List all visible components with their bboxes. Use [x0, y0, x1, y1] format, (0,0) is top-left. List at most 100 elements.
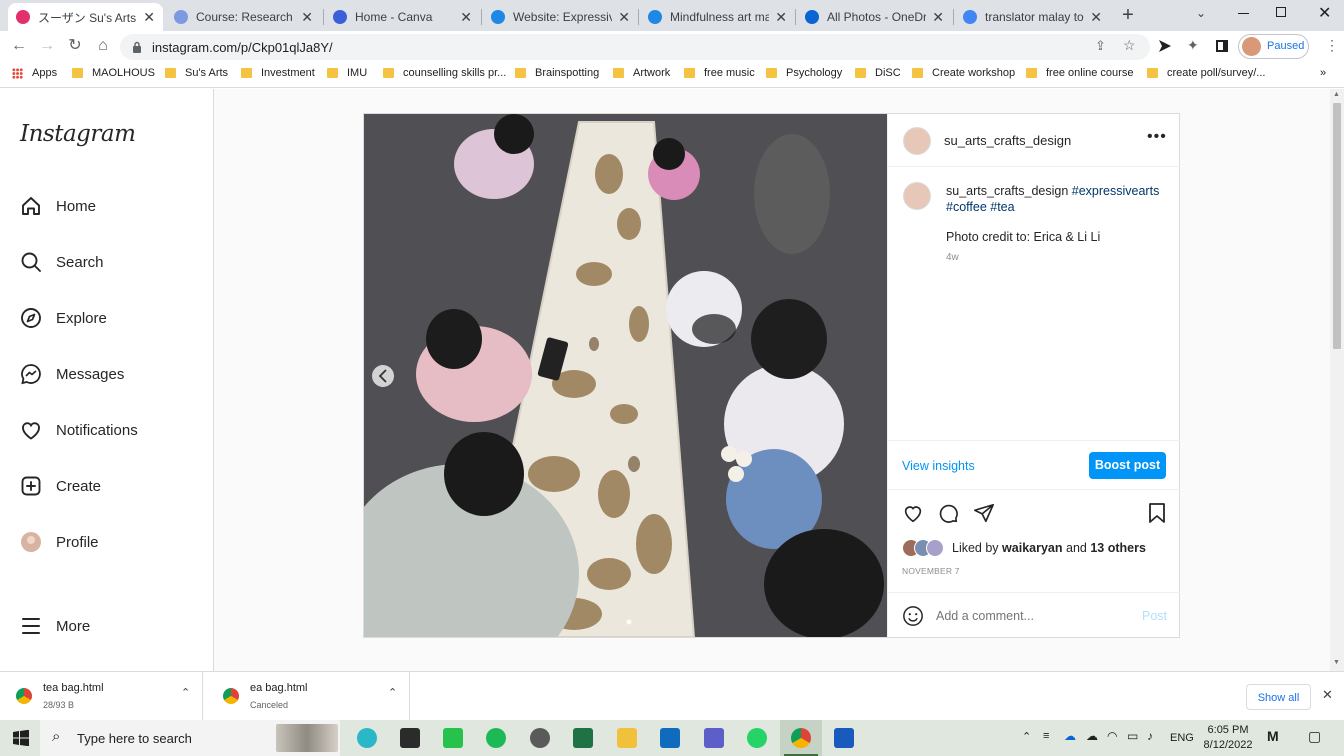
more-options-icon[interactable]: ••• [1147, 128, 1167, 146]
carousel-prev-button[interactable] [372, 365, 394, 387]
bookmark-1[interactable]: MAOLHOUS [72, 67, 155, 79]
settings-app-icon[interactable] [530, 728, 550, 748]
download-item-1[interactable]: ea bag.html Canceled ⌃ [220, 672, 410, 720]
close-downloads-icon[interactable]: ✕ [1322, 687, 1333, 703]
whatsapp-app-icon[interactable] [747, 728, 767, 748]
author-avatar[interactable] [903, 127, 931, 155]
bookmark-2[interactable]: Su's Arts [165, 67, 228, 79]
boost-post-button[interactable]: Boost post [1089, 452, 1166, 479]
share-icon[interactable]: ⇪ [1095, 38, 1106, 54]
share-direct-icon[interactable] [973, 502, 995, 524]
wechat-app-icon[interactable] [443, 728, 463, 748]
tab-5[interactable]: All Photos - OneDrive ✕ [797, 3, 952, 31]
show-all-downloads-button[interactable]: Show all [1246, 684, 1311, 710]
minimize-button[interactable] [1236, 4, 1252, 20]
tab-4[interactable]: Mindfulness art makin ✕ [640, 3, 795, 31]
new-tab-button[interactable]: + [1118, 5, 1138, 25]
tab-1[interactable]: Course: Research Met ✕ [166, 3, 321, 31]
emoji-icon[interactable] [902, 605, 924, 627]
sticky-notes-app-icon[interactable] [400, 728, 420, 748]
bookmark-12[interactable]: free online course [1026, 67, 1133, 79]
profile-chip[interactable]: Paused [1238, 34, 1309, 59]
post-comment-button[interactable]: Post [1142, 609, 1167, 623]
onedrive-tray-icon[interactable]: ☁ [1064, 729, 1076, 743]
tab-6[interactable]: translator malay to en ✕ [955, 3, 1110, 31]
nav-explore[interactable]: Explore [20, 307, 107, 329]
language-indicator[interactable]: ENG [1170, 732, 1194, 744]
page-scrollbar[interactable]: ▲ ▼ [1330, 89, 1344, 671]
nav-messages[interactable]: Messages [20, 363, 124, 385]
tab-close-icon[interactable]: ✕ [1090, 9, 1102, 26]
home-button[interactable]: ⌂ [92, 35, 114, 57]
comment-input[interactable] [936, 606, 1126, 626]
close-window-button[interactable]: ✕ [1318, 3, 1331, 23]
tray-chevron-icon[interactable]: ⌃ [1022, 730, 1031, 743]
download-menu-chevron-icon[interactable]: ⌃ [181, 686, 190, 699]
liker-avatars[interactable] [902, 539, 952, 559]
tab-close-icon[interactable]: ✕ [932, 9, 944, 26]
teams-app-icon[interactable] [704, 728, 724, 748]
nav-profile[interactable]: Profile [20, 531, 99, 553]
bookmark-6[interactable]: Brainspotting [515, 67, 599, 79]
bookmark-8[interactable]: free music [684, 67, 755, 79]
excel-app-icon[interactable] [573, 728, 593, 748]
maximize-button[interactable] [1276, 7, 1286, 17]
scroll-down-arrow[interactable]: ▼ [1333, 659, 1340, 666]
scroll-up-arrow[interactable]: ▲ [1333, 91, 1340, 98]
menu-kebab-icon[interactable]: ⋮ [1325, 37, 1339, 54]
tab-close-icon[interactable]: ✕ [143, 9, 155, 26]
caption-username[interactable]: su_arts_crafts_design [946, 184, 1068, 198]
tab-close-icon[interactable]: ✕ [618, 9, 630, 26]
caption-avatar[interactable] [903, 182, 931, 210]
nav-create[interactable]: Create [20, 475, 101, 497]
chrome-app-active[interactable] [780, 720, 822, 756]
caption-hashtag-expressivearts[interactable]: #expressivearts [1072, 184, 1160, 198]
save-bookmark-icon[interactable] [1147, 502, 1167, 524]
liked-others-link[interactable]: 13 others [1090, 541, 1146, 555]
windows-start-icon[interactable] [13, 730, 29, 746]
caption-hashtags-coffee-tea[interactable]: #coffee #tea [946, 200, 1015, 214]
more-bookmarks-icon[interactable]: » [1320, 67, 1326, 79]
cloud-tray-icon[interactable]: ☁ [1086, 729, 1098, 743]
meet-now-icon[interactable]: M [1267, 728, 1279, 744]
spotify-app-icon[interactable] [486, 728, 506, 748]
send-extension-icon[interactable] [1158, 39, 1172, 53]
bookmark-7[interactable]: Artwork [613, 67, 670, 79]
liked-user-link[interactable]: waikaryan [1002, 541, 1062, 555]
canva-app-icon[interactable] [357, 728, 377, 748]
battery-tray-icon[interactable]: ▭ [1127, 729, 1138, 743]
tab-close-icon[interactable]: ✕ [775, 9, 787, 26]
forward-button[interactable]: → [36, 35, 58, 57]
nav-search[interactable]: Search [20, 251, 104, 273]
tab-close-icon[interactable]: ✕ [460, 9, 472, 26]
back-button[interactable]: ← [8, 35, 30, 57]
instagram-logo[interactable]: Instagram [20, 121, 136, 147]
tray-apps-icon[interactable]: ≡ [1043, 730, 1049, 742]
clock[interactable]: 6:05 PM 8/12/2022 [1198, 723, 1258, 753]
bookmark-13[interactable]: create poll/survey/... [1147, 67, 1265, 79]
nav-home[interactable]: Home [20, 195, 96, 217]
bookmark-3[interactable]: Investment [241, 67, 315, 79]
extensions-puzzle-icon[interactable]: ✦ [1187, 37, 1199, 54]
tab-0[interactable]: スーザン Su's Arts, Craft ✕ [8, 3, 163, 31]
taskbar-search-box[interactable]: ⌕ Type here to search [40, 720, 340, 756]
like-heart-icon[interactable] [902, 502, 924, 524]
bookmark-0[interactable]: Apps [12, 67, 57, 79]
tab-search-icon[interactable]: ⌄ [1196, 6, 1206, 20]
nav-more[interactable]: More [20, 615, 90, 637]
address-bar[interactable]: instagram.com/p/Ckp01qlJa8Y/ ⇪ ☆ [120, 34, 1150, 60]
bookmark-5[interactable]: counselling skills pr... [383, 67, 506, 79]
view-insights-link[interactable]: View insights [902, 459, 975, 473]
outlook-app-icon[interactable] [660, 728, 680, 748]
bookmark-9[interactable]: Psychology [766, 67, 842, 79]
download-item-0[interactable]: tea bag.html 28/93 B ⌃ [13, 672, 203, 720]
download-menu-chevron-icon[interactable]: ⌃ [388, 686, 397, 699]
bookmark-11[interactable]: Create workshop [912, 67, 1015, 79]
file-explorer-app-icon[interactable] [617, 728, 637, 748]
volume-tray-icon[interactable]: ♪ [1147, 729, 1153, 743]
tab-2[interactable]: Home - Canva ✕ [325, 3, 480, 31]
tab-close-icon[interactable]: ✕ [301, 9, 313, 26]
wifi-tray-icon[interactable]: ◠ [1107, 729, 1117, 743]
bookmark-star-icon[interactable]: ☆ [1123, 37, 1136, 54]
side-panel-icon[interactable] [1216, 40, 1228, 52]
